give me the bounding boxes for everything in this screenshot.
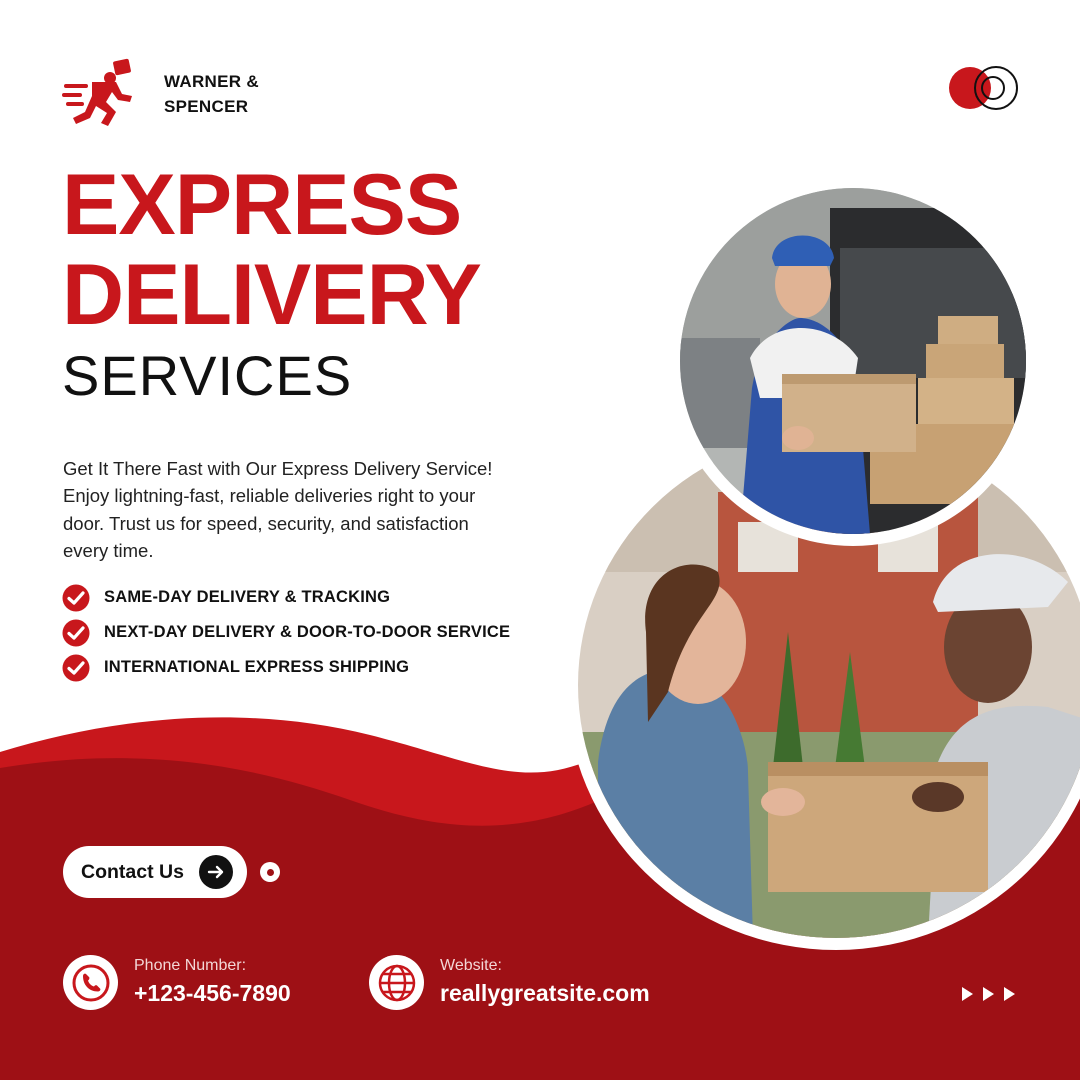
brand-name-line1: WARNER &: [164, 72, 259, 91]
brand-name-line2: SPENCER: [164, 97, 249, 116]
feature-list: SAME-DAY DELIVERY & TRACKING NEXT-DAY DE…: [62, 580, 510, 685]
arrow-right-icon: [199, 855, 233, 889]
phone-text: Phone Number: +123-456-7890: [134, 956, 291, 1010]
headline: EXPRESS DELIVERY SERVICES: [62, 157, 482, 407]
website-label: Website:: [440, 956, 502, 974]
feature-item: SAME-DAY DELIVERY & TRACKING: [62, 580, 510, 615]
feature-item: INTERNATIONAL EXPRESS SHIPPING: [62, 650, 510, 685]
triple-arrow-icon: [962, 987, 1015, 1001]
feature-label: INTERNATIONAL EXPRESS SHIPPING: [104, 658, 410, 676]
brand-logo[interactable]: WARNER & SPENCER: [62, 58, 259, 130]
phone-number[interactable]: +123-456-7890: [134, 976, 291, 1010]
globe-icon: [369, 955, 424, 1010]
phone-contact[interactable]: Phone Number: +123-456-7890: [63, 955, 291, 1010]
description: Get It There Fast with Our Express Deliv…: [63, 457, 493, 562]
website-url[interactable]: reallygreatsite.com: [440, 976, 650, 1010]
promo-page: WARNER & SPENCER EXPRESS DELIVERY SERVIC…: [0, 0, 1080, 1080]
headline-delivery: DELIVERY: [62, 247, 482, 343]
feature-label: SAME-DAY DELIVERY & TRACKING: [104, 588, 391, 606]
photo-courier-van: [668, 176, 1038, 546]
headline-services: SERVICES: [62, 344, 353, 407]
decorative-dot-icon: [260, 862, 280, 882]
headline-express: EXPRESS: [62, 157, 462, 253]
website-text: Website: reallygreatsite.com: [440, 956, 650, 1010]
check-badge-icon: [62, 619, 90, 646]
phone-label: Phone Number:: [134, 956, 247, 974]
contact-us-label: Contact Us: [81, 860, 184, 883]
feature-label: NEXT-DAY DELIVERY & DOOR-TO-DOOR SERVICE: [104, 623, 511, 641]
decorative-circles-icon: [949, 66, 1018, 110]
phone-icon: [63, 955, 118, 1010]
website-contact[interactable]: Website: reallygreatsite.com: [369, 955, 650, 1010]
brand-name: WARNER & SPENCER: [164, 69, 259, 119]
contact-us-button[interactable]: Contact Us: [63, 846, 247, 898]
feature-item: NEXT-DAY DELIVERY & DOOR-TO-DOOR SERVICE: [62, 615, 510, 650]
running-courier-icon: [62, 58, 132, 126]
check-badge-icon: [62, 584, 90, 611]
check-badge-icon: [62, 654, 90, 681]
